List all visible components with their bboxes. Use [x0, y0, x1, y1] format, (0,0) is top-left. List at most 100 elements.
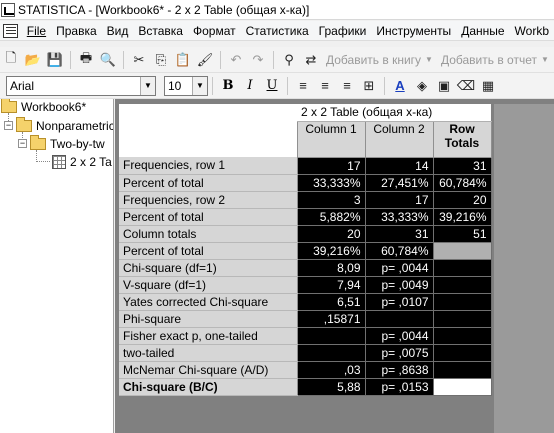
- find-binoculars-icon[interactable]: ⚲: [279, 50, 299, 70]
- row-header[interactable]: Chi-square (B/C): [119, 378, 298, 396]
- table-cell[interactable]: p= ,0044: [364, 258, 434, 277]
- table-cell[interactable]: [432, 275, 492, 294]
- menu-workbook[interactable]: Workb: [510, 21, 554, 41]
- table-cell[interactable]: 20: [432, 190, 492, 209]
- table-cell[interactable]: ,03: [296, 360, 366, 379]
- table-cell[interactable]: 39,216%: [296, 241, 366, 260]
- add-to-workbook-button[interactable]: Добавить в книгу ▼: [322, 53, 437, 67]
- table-cell[interactable]: [432, 241, 492, 260]
- empty-column[interactable]: [494, 104, 554, 433]
- table-cell[interactable]: 14: [364, 156, 434, 175]
- copy-icon[interactable]: ⎘: [151, 50, 171, 70]
- align-center-icon[interactable]: ≡: [315, 76, 335, 96]
- replace-icon[interactable]: ⇄: [301, 50, 321, 70]
- redo-icon[interactable]: ↷: [248, 50, 268, 70]
- borders-icon[interactable]: ▣: [434, 76, 454, 96]
- table-cell[interactable]: [296, 343, 366, 362]
- table-cell[interactable]: p= ,0044: [364, 326, 434, 345]
- table-cell[interactable]: 31: [432, 156, 492, 175]
- chevron-down-icon[interactable]: ▼: [192, 76, 207, 95]
- table-cell[interactable]: 17: [364, 190, 434, 209]
- table-cell[interactable]: 31: [364, 224, 434, 243]
- selected-cell[interactable]: [432, 377, 492, 396]
- table-cell[interactable]: 5,882%: [296, 207, 366, 226]
- row-header[interactable]: Percent of total: [119, 242, 298, 260]
- column-header[interactable]: Row Totals: [432, 120, 492, 158]
- menu-file[interactable]: File: [22, 21, 51, 41]
- menu-tools[interactable]: Инструменты: [371, 21, 456, 41]
- row-header[interactable]: Fisher exact p, one-tailed: [119, 327, 298, 345]
- italic-button[interactable]: I: [240, 76, 260, 96]
- print-icon[interactable]: 🖶: [76, 50, 96, 70]
- table-cell[interactable]: 60,784%: [432, 173, 492, 192]
- table-cell[interactable]: [432, 309, 492, 328]
- menu-data[interactable]: Данные: [456, 21, 509, 41]
- underline-button[interactable]: U: [262, 76, 282, 96]
- font-size-select[interactable]: 10 ▼: [164, 75, 208, 96]
- table-cell[interactable]: p= ,0107: [364, 292, 434, 311]
- table-cell[interactable]: p= ,8638: [364, 360, 434, 379]
- tree-node-2x2-table[interactable]: 2 x 2 Ta: [52, 154, 112, 170]
- tree-node-nonparametrics[interactable]: Nonparametric: [16, 117, 113, 134]
- table-cell[interactable]: 51: [432, 224, 492, 243]
- table-layout-icon[interactable]: ▦: [478, 76, 498, 96]
- menu-insert[interactable]: Вставка: [133, 21, 188, 41]
- font-color-icon[interactable]: A: [390, 76, 410, 96]
- paste-icon[interactable]: 📋: [173, 50, 193, 70]
- menu-view[interactable]: Вид: [102, 21, 134, 41]
- table-cell[interactable]: 27,451%: [364, 173, 434, 192]
- chevron-down-icon[interactable]: ▼: [140, 76, 155, 95]
- document-menu-icon[interactable]: [3, 23, 18, 38]
- column-header[interactable]: Column 2: [364, 120, 434, 158]
- menu-edit[interactable]: Правка: [51, 21, 102, 41]
- table-cell[interactable]: ,15871: [296, 309, 366, 328]
- align-left-icon[interactable]: ≡: [293, 76, 313, 96]
- table-cell[interactable]: [432, 258, 492, 277]
- table-cell[interactable]: 60,784%: [364, 241, 434, 260]
- table-cell[interactable]: p= ,0075: [364, 343, 434, 362]
- table-cell[interactable]: [296, 326, 366, 345]
- bold-button[interactable]: B: [218, 76, 238, 96]
- collapse-toggle-icon[interactable]: −: [18, 139, 27, 148]
- table-cell[interactable]: 6,51: [296, 292, 366, 311]
- open-folder-icon[interactable]: 📂: [23, 50, 43, 70]
- add-to-report-button[interactable]: Добавить в отчет ▼: [437, 53, 553, 67]
- table-cell[interactable]: 20: [296, 224, 366, 243]
- table-cell[interactable]: p= ,0049: [364, 275, 434, 294]
- table-cell[interactable]: [432, 343, 492, 362]
- table-cell[interactable]: 39,216%: [432, 207, 492, 226]
- table-cell[interactable]: [364, 309, 434, 328]
- tree-node-workbook[interactable]: Workbook6*: [1, 99, 86, 115]
- row-header[interactable]: Yates corrected Chi-square: [119, 293, 298, 311]
- row-header[interactable]: Chi-square (df=1): [119, 259, 298, 277]
- table-cell[interactable]: p= ,0153: [364, 377, 434, 396]
- menu-format[interactable]: Формат: [188, 21, 241, 41]
- row-header[interactable]: two-tailed: [119, 344, 298, 362]
- print-preview-icon[interactable]: 🔍: [98, 50, 118, 70]
- row-header[interactable]: V-square (df=1): [119, 276, 298, 294]
- new-file-icon[interactable]: 🗋: [1, 50, 21, 70]
- undo-icon[interactable]: ↶: [226, 50, 246, 70]
- row-header[interactable]: Frequencies, row 2: [119, 191, 298, 209]
- merge-cells-icon[interactable]: ⊞: [359, 76, 379, 96]
- format-painter-icon[interactable]: 🖌: [195, 50, 215, 70]
- row-header[interactable]: Column totals: [119, 225, 298, 243]
- column-header[interactable]: Column 1: [296, 120, 366, 158]
- row-header[interactable]: Percent of total: [119, 174, 298, 192]
- save-icon[interactable]: 💾: [45, 50, 65, 70]
- tree-node-two-by-two[interactable]: Two-by-tw: [30, 135, 105, 152]
- menu-statistics[interactable]: Статистика: [241, 21, 314, 41]
- collapse-toggle-icon[interactable]: −: [4, 121, 13, 130]
- table-cell[interactable]: [432, 292, 492, 311]
- row-header[interactable]: Frequencies, row 1: [119, 157, 298, 175]
- row-header[interactable]: McNemar Chi-square (A/D): [119, 361, 298, 379]
- row-header[interactable]: Phi-square: [119, 310, 298, 328]
- align-right-icon[interactable]: ≡: [337, 76, 357, 96]
- table-cell[interactable]: 7,94: [296, 275, 366, 294]
- row-header[interactable]: Percent of total: [119, 208, 298, 226]
- clear-format-icon[interactable]: ⌫: [456, 76, 476, 96]
- table-cell[interactable]: [432, 326, 492, 345]
- table-cell[interactable]: 5,88: [296, 377, 366, 396]
- table-cell[interactable]: [432, 360, 492, 379]
- table-cell[interactable]: 8,09: [296, 258, 366, 277]
